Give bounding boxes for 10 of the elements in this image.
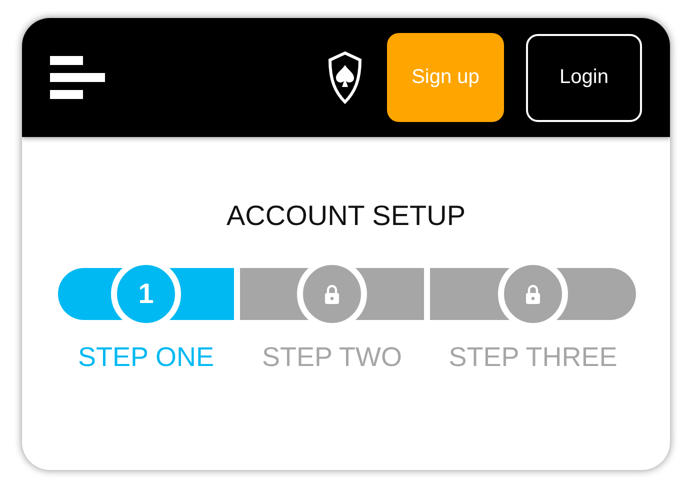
lock-icon [525,284,541,304]
step-label[interactable]: STEP TWO [262,342,402,373]
page-title: ACCOUNT SETUP [225,200,467,232]
shield-icon [327,50,363,106]
step-label[interactable]: STEP THREE [448,342,618,373]
step-label[interactable]: STEP ONE [78,342,214,373]
login-button[interactable]: Login [526,34,642,122]
sign-up-button[interactable]: Sign up [387,33,504,122]
menu-icon[interactable] [50,56,105,99]
lock-icon [324,284,340,304]
